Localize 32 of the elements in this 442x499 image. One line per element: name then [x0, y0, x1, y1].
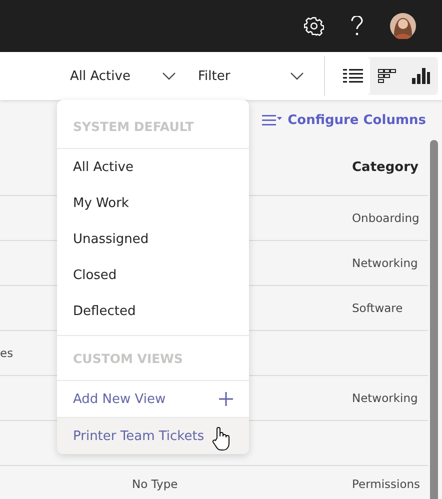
menu-item[interactable]: Deflected	[57, 293, 249, 329]
table-cell: Permissions	[352, 477, 420, 491]
settings-icon[interactable]	[304, 16, 324, 36]
table-cell: Software	[352, 301, 403, 315]
bar-chart-icon	[412, 68, 430, 84]
menu-item[interactable]: Printer Team Tickets	[57, 418, 249, 454]
configure-columns-button[interactable]: Configure Columns	[262, 112, 426, 128]
section-title: CUSTOM VIEWS	[73, 350, 183, 366]
plus-icon	[219, 392, 233, 406]
section-title: SYSTEM DEFAULT	[73, 118, 194, 134]
menu-item[interactable]: Closed	[57, 257, 249, 293]
board-icon	[378, 69, 396, 83]
view-dropdown[interactable]: All Active	[70, 68, 176, 84]
table-cell: No Type	[132, 477, 178, 491]
table-cell: Networking	[352, 256, 418, 270]
menu-item[interactable]: My Work	[57, 185, 249, 221]
table-cell: Onboarding	[352, 211, 420, 225]
table-cell: Networking	[352, 391, 418, 405]
columns-menu-icon	[262, 114, 282, 126]
menu-item[interactable]: Unassigned	[57, 221, 249, 257]
chevron-down-icon	[290, 72, 304, 80]
help-icon[interactable]	[350, 16, 364, 36]
avatar[interactable]	[390, 13, 416, 39]
hand-cursor-icon	[212, 426, 232, 452]
menu-item[interactable]: Add New View	[57, 381, 249, 418]
menu-item[interactable]: All Active	[57, 149, 249, 185]
column-header: Category	[352, 160, 420, 175]
scrollbar[interactable]	[430, 140, 438, 499]
chevron-down-icon	[162, 72, 176, 80]
list-icon	[343, 68, 363, 84]
table-cell: es	[0, 346, 14, 360]
filter-dropdown[interactable]: Filter	[198, 68, 304, 84]
